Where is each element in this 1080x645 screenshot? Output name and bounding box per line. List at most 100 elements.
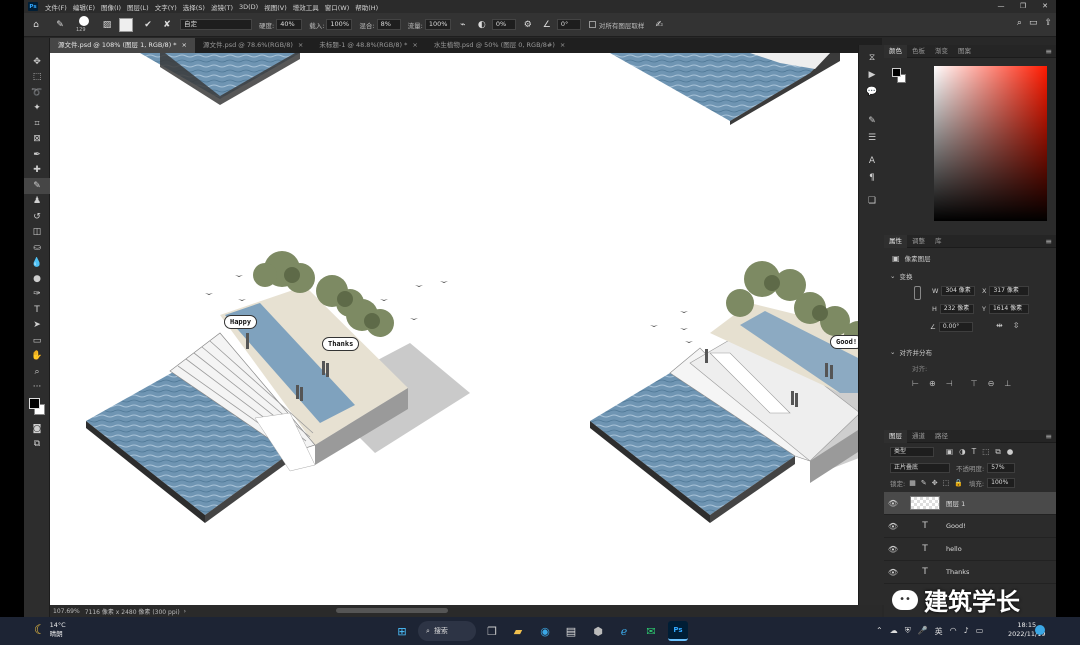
lock-pixels-icon[interactable]: ✎ [921, 479, 927, 487]
eye-icon[interactable]: 👁 [884, 568, 902, 577]
pen-tool-icon[interactable]: ✑ [24, 287, 50, 303]
lock-transparency-icon[interactable]: ▦ [909, 479, 916, 487]
menu-image[interactable]: 图像(I) [101, 2, 121, 12]
paint-bucket-tool-icon[interactable]: ⛀ [24, 240, 50, 256]
wifi-icon[interactable]: ◠ [950, 626, 957, 637]
brush-settings-icon[interactable]: ✎ [859, 112, 885, 129]
menu-view[interactable]: 视图(V) [264, 2, 287, 12]
history-icon[interactable]: ⧖ [859, 49, 885, 66]
tab-adjustments[interactable]: 调整 [907, 235, 930, 248]
tab-properties[interactable]: 属性 [884, 234, 907, 248]
tab-libraries[interactable]: 库 [930, 235, 947, 248]
opacity-field[interactable]: 57% [987, 462, 1016, 473]
eraser-tool-icon[interactable]: ◫ [24, 225, 50, 241]
lock-position-icon[interactable]: ✥ [932, 479, 938, 487]
weather-widget[interactable]: ☾ 14°C 晴朗 [34, 621, 66, 639]
link-icon[interactable] [914, 286, 921, 300]
tab-swatches[interactable]: 色板 [907, 45, 930, 58]
tab-doc-1[interactable]: 源文件.psd @ 108% (图层 1, RGB/8) * × [50, 38, 195, 53]
menu-help[interactable]: 帮助(H) [355, 2, 378, 12]
character-icon[interactable]: A [859, 152, 885, 169]
screen-mode-icon[interactable]: ⧉ [24, 437, 50, 453]
sample-all-checkbox[interactable] [588, 21, 596, 28]
filter-type-icon[interactable]: T [972, 447, 977, 457]
move-tool-icon[interactable]: ✥ [24, 54, 50, 70]
crop-tool-icon[interactable]: ⌗ [24, 116, 50, 132]
current-brush-swatch[interactable] [119, 17, 133, 32]
zoom-tool-icon[interactable]: ⌕ [24, 364, 50, 380]
store-icon[interactable]: ▤ [561, 621, 581, 641]
horizontal-scrollbar[interactable] [336, 608, 448, 613]
chevron-down-icon[interactable]: ⌄ [890, 348, 895, 356]
workspace-icon[interactable]: ▭ [1029, 18, 1038, 28]
tab-close-icon[interactable]: × [182, 41, 187, 49]
taskbar-search[interactable]: ⌕ 搜索 [418, 621, 476, 641]
align-bottom-icon[interactable]: ⊥ [1004, 379, 1011, 388]
tab-gradients[interactable]: 渐变 [930, 45, 953, 58]
chevron-up-icon[interactable]: ⌃ [876, 626, 883, 637]
type-tool-icon[interactable]: T [24, 302, 50, 318]
y-field[interactable]: 1614 像素 [988, 304, 1029, 314]
color-swatches[interactable] [24, 395, 49, 421]
panel-menu-icon[interactable]: ≡ [1045, 432, 1052, 441]
pressure-icon[interactable]: ✍ [652, 18, 666, 32]
ime-indicator[interactable]: 英 [935, 626, 943, 637]
filter-toggle-icon[interactable]: ● [1007, 447, 1014, 457]
panel-menu-icon[interactable]: ≡ [1045, 237, 1052, 246]
mixer-brush-icon[interactable]: ✎ [53, 18, 67, 32]
blur-tool-icon[interactable]: 💧 [24, 256, 50, 272]
browser-icon[interactable]: ℯ [614, 621, 634, 641]
width-field[interactable]: 304 像素 [941, 286, 976, 296]
libraries-icon[interactable]: ❏ [859, 192, 885, 209]
mic-icon[interactable]: 🎤 [918, 626, 928, 637]
airbrush-icon[interactable]: ⌁ [456, 18, 470, 32]
actions-icon[interactable]: ▶ [859, 66, 885, 83]
tab-doc-2[interactable]: 源文件.psd @ 78.6%(RGB/8) × [195, 38, 311, 53]
menu-file[interactable]: 文件(F) [45, 2, 67, 12]
filter-pixel-icon[interactable]: ▣ [946, 447, 953, 457]
paragraph-icon[interactable]: ¶ [859, 169, 885, 186]
align-right-icon[interactable]: ⊣ [946, 379, 953, 388]
frame-tool-icon[interactable]: ⊠ [24, 132, 50, 148]
menu-edit[interactable]: 编辑(E) [73, 2, 95, 12]
panel-menu-icon[interactable]: ≡ [1045, 47, 1052, 56]
close-icon[interactable]: ✕ [1034, 0, 1056, 13]
healing-tool-icon[interactable]: ✚ [24, 163, 50, 179]
eyedropper-tool-icon[interactable]: ✒ [24, 147, 50, 163]
magic-wand-tool-icon[interactable]: ✦ [24, 101, 50, 117]
doc-info[interactable]: 7116 像素 x 2480 像素 (300 ppi) [85, 607, 180, 616]
file-explorer-icon[interactable]: ▰ [508, 621, 528, 641]
minimize-icon[interactable]: — [990, 0, 1012, 13]
dodge-tool-icon[interactable]: ● [24, 271, 50, 287]
chevron-right-icon[interactable]: › [184, 608, 186, 615]
layer-row[interactable]: 👁 图层 1 [884, 492, 1056, 515]
menu-filter[interactable]: 滤镜(T) [211, 2, 233, 12]
load-brush-icon[interactable]: ✔ [141, 18, 155, 32]
brush-preset-picker[interactable]: 129 [73, 15, 95, 35]
align-hcenter-icon[interactable]: ⊕ [929, 379, 936, 388]
app-icon[interactable]: ⬢ [588, 621, 608, 641]
load-field[interactable]: 100% [326, 19, 353, 30]
marquee-tool-icon[interactable]: ⬚ [24, 70, 50, 86]
eye-icon[interactable]: 👁 [884, 545, 902, 554]
color-field[interactable] [934, 66, 1047, 221]
align-left-icon[interactable]: ⊢ [912, 379, 919, 388]
tab-close-icon[interactable]: × [412, 41, 417, 49]
height-field[interactable]: 232 像素 [939, 304, 974, 314]
battery-icon[interactable]: ▭ [976, 626, 984, 637]
comments-icon[interactable]: 💬 [859, 83, 885, 100]
zoom-readout[interactable]: 107.69% [50, 607, 83, 615]
blend-mode-select[interactable]: 正片叠底 [890, 462, 950, 473]
edge-icon[interactable]: ◉ [535, 621, 555, 641]
document-canvas[interactable]: Happy Thanks Good! [50, 53, 872, 605]
x-field[interactable]: 317 像素 [989, 286, 1030, 296]
eye-icon[interactable]: 👁 [884, 522, 902, 531]
security-icon[interactable]: ⛨ [905, 626, 911, 637]
foreground-swatch[interactable] [892, 68, 901, 77]
notification-badge[interactable] [1035, 625, 1045, 635]
rotation-field[interactable]: 0.00° [938, 322, 973, 332]
smoothing-field[interactable]: 0% [491, 19, 516, 30]
gear-icon[interactable]: ⚙ [521, 18, 535, 32]
chat-app-icon[interactable]: ✉ [641, 621, 661, 641]
layer-row[interactable]: 👁 T Thanks [884, 561, 1056, 584]
